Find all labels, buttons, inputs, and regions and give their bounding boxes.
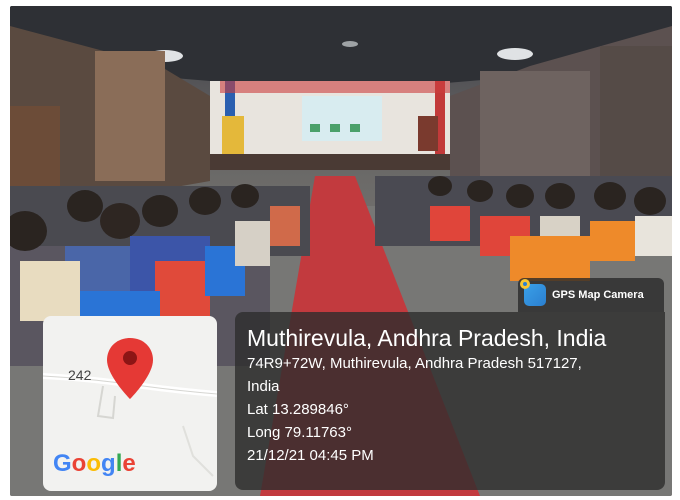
auditorium-photo: GPS Map Camera Muthirevula, Andhra Prade… — [10, 6, 672, 496]
location-info-panel: Muthirevula, Andhra Pradesh, India 74R9+… — [235, 312, 665, 490]
gps-map-camera-badge: GPS Map Camera — [518, 278, 664, 312]
address-line-2: India — [247, 378, 280, 395]
logo-letter: l — [115, 450, 123, 477]
app-name-label: GPS Map Camera — [552, 289, 644, 301]
logo-letter: G — [53, 450, 72, 477]
map-pin-app-icon — [520, 279, 546, 306]
google-logo: Google — [53, 450, 136, 478]
longitude: Long 79.11763° — [247, 424, 352, 441]
latitude: Lat 13.289846° — [247, 401, 349, 418]
logo-letter: g — [101, 450, 116, 477]
logo-letter: o — [86, 450, 102, 477]
logo-letter: e — [122, 450, 136, 477]
map-thumbnail: 242 Google — [43, 316, 217, 491]
datetime: 21/12/21 04:45 PM — [247, 447, 374, 464]
logo-letter: o — [71, 450, 87, 477]
address-line-1: 74R9+72W, Muthirevula, Andhra Pradesh 51… — [247, 355, 582, 372]
location-title: Muthirevula, Andhra Pradesh, India — [247, 325, 607, 351]
